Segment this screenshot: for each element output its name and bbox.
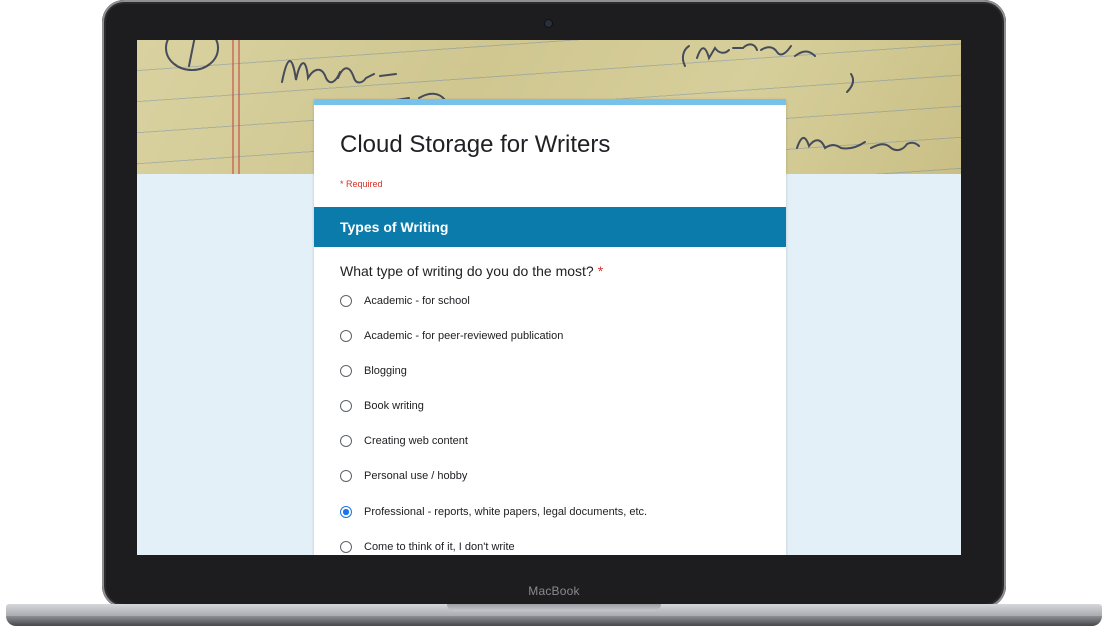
radio-option[interactable]: Creating web content xyxy=(340,430,468,452)
radio-button[interactable] xyxy=(340,365,352,377)
section-title: Types of Writing xyxy=(340,219,449,235)
radio-option-selected[interactable]: Professional - reports, white papers, le… xyxy=(340,501,647,523)
radio-option[interactable]: Academic - for peer-reviewed publication xyxy=(340,325,563,347)
form-card: Cloud Storage for Writers * Required Typ… xyxy=(314,99,786,555)
radio-option-label: Creating web content xyxy=(364,435,468,447)
radio-option-label: Blogging xyxy=(364,365,407,377)
radio-button[interactable] xyxy=(340,330,352,342)
radio-button[interactable] xyxy=(340,541,352,553)
laptop-hinge-notch xyxy=(447,604,661,611)
device-brand-label: MacBook xyxy=(528,584,580,598)
radio-button[interactable] xyxy=(340,400,352,412)
required-note: * Required xyxy=(340,179,383,189)
radio-option-label: Academic - for peer-reviewed publication xyxy=(364,330,564,342)
radio-option-label: Personal use / hobby xyxy=(364,470,468,482)
webcam-icon xyxy=(545,20,552,27)
radio-option[interactable]: Personal use / hobby xyxy=(340,465,467,487)
radio-option[interactable]: Come to think of it, I don't write xyxy=(340,536,515,555)
radio-option[interactable]: Book writing xyxy=(340,395,424,417)
radio-option[interactable]: Academic - for school xyxy=(340,290,470,312)
laptop-base-bottom xyxy=(6,616,1102,626)
radio-button[interactable] xyxy=(340,295,352,307)
form-title: Cloud Storage for Writers xyxy=(340,131,611,158)
radio-option-label: Professional - reports, white papers, le… xyxy=(364,506,648,518)
radio-button[interactable] xyxy=(340,435,352,447)
question-text: What type of writing do you do the most? xyxy=(340,263,594,279)
radio-button-selected[interactable] xyxy=(340,506,352,518)
section-header: Types of Writing xyxy=(314,207,786,247)
radio-option-label: Academic - for school xyxy=(364,295,470,307)
form-accent-bar xyxy=(314,99,786,105)
required-star: * xyxy=(597,263,604,279)
radio-option-label: Book writing xyxy=(364,400,424,412)
laptop-base xyxy=(0,604,1108,635)
laptop-screen: Cloud Storage for Writers * Required Typ… xyxy=(137,40,961,555)
radio-button[interactable] xyxy=(340,470,352,482)
radio-option[interactable]: Blogging xyxy=(340,360,407,382)
question-label: What type of writing do you do the most?… xyxy=(340,263,603,279)
radio-option-label: Come to think of it, I don't write xyxy=(364,541,515,553)
